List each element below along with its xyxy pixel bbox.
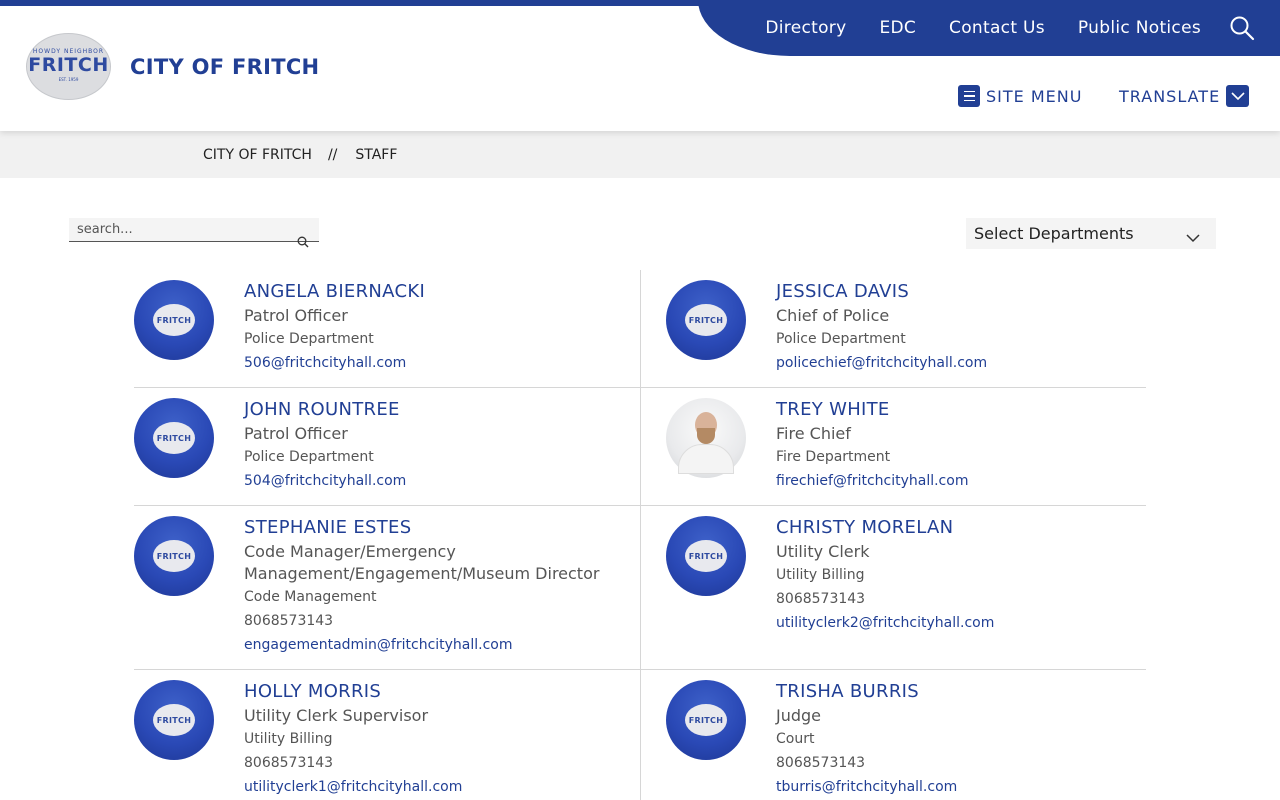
staff-avatar-logo: FRITCH [666,280,746,360]
staff-info: JOHN ROUNTREE Patrol Officer Police Depart… [244,397,640,493]
breadcrumb: CITY OF FRITCH // STAFF [0,131,1280,178]
fritch-logo-icon: FRITCH [153,540,195,572]
staff-department: Fire Department [776,449,891,465]
staff-info: TREY WHITE Fire Chief Fire Department firec… [776,397,1146,493]
fritch-logo-icon: FRITCH [153,304,195,336]
staff-photo [666,398,746,478]
staff-name: TREY WHITE [776,399,890,420]
staff-email-link[interactable]: policechief@fritchcityhall.com [776,351,987,375]
fritch-logo-icon: FRITCH [153,422,195,454]
staff-name: STEPHANIE ESTES [244,517,412,538]
staff-card: FRITCH ANGELA BIERNACKI Patrol Officer Poli… [134,270,640,387]
staff-department: Police Department [244,331,374,347]
staff-title: Utility Clerk [776,542,870,561]
staff-title: Patrol Officer [244,424,348,443]
staff-email-link[interactable]: engagementadmin@fritchcityhall.com [244,633,513,657]
staff-directory-grid: FRITCH ANGELA BIERNACKI Patrol Officer Poli… [134,270,1146,800]
staff-email-link[interactable]: utilityclerk1@fritchcityhall.com [244,775,462,799]
logo-wordmark: FRITCH [28,53,109,76]
staff-department: Police Department [244,449,374,465]
staff-name: TRISHA BURRIS [776,681,919,702]
staff-avatar-logo: FRITCH [666,680,746,760]
logo-established: EST. 1959 [58,76,79,82]
site-header: Directory EDC Contact Us Public Notices … [0,0,1280,131]
staff-avatar-logo: FRITCH [666,516,746,596]
staff-department: Police Department [776,331,906,347]
staff-title: Fire Chief [776,424,851,443]
staff-email-link[interactable]: firechief@fritchcityhall.com [776,469,968,493]
breadcrumb-home[interactable]: CITY OF FRITCH [203,147,312,163]
staff-info: JESSICA DAVIS Chief of Police Police Depar… [776,279,1146,375]
department-select[interactable]: Select Departments [966,218,1216,249]
site-menu-label: SITE MENU [986,86,1083,106]
staff-row: FRITCH JOHN ROUNTREE Patrol Officer Police … [134,388,1146,506]
staff-email-link[interactable]: 506@fritchcityhall.com [244,351,406,375]
search-icon[interactable] [297,233,309,248]
staff-department: Utility Billing [776,567,865,583]
staff-name: JOHN ROUNTREE [244,399,400,420]
staff-phone: 8068573143 [244,613,334,629]
staff-phone: 8068573143 [776,591,866,607]
staff-avatar-logo: FRITCH [134,280,214,360]
staff-name: HOLLY MORRIS [244,681,382,702]
staff-card: FRITCH CHRISTY MORELAN Utility Clerk Utilit… [640,506,1146,669]
chevron-down-icon [1186,228,1200,247]
staff-info: STEPHANIE ESTES Code Manager/Emergency Ma… [244,515,640,657]
staff-title: Patrol Officer [244,306,348,325]
chevron-down-icon [1226,85,1250,107]
fritch-logo-icon: FRITCH [685,304,727,336]
staff-card: FRITCH STEPHANIE ESTES Code Manager/Emerge… [134,506,640,669]
staff-phone: 8068573143 [244,755,334,771]
staff-name: ANGELA BIERNACKI [244,281,426,302]
staff-card: FRITCH JESSICA DAVIS Chief of Police Police… [640,270,1146,387]
nav-link-public-notices[interactable]: Public Notices [1078,18,1201,38]
fritch-logo-icon: FRITCH [685,704,727,736]
nav-link-contact-us[interactable]: Contact Us [949,18,1045,38]
city-logo[interactable]: HOWDY NEIGHBOR FRITCH EST. 1959 [26,33,111,100]
breadcrumb-separator: // [327,146,338,163]
staff-department: Code Management [244,589,377,605]
staff-avatar-logo: FRITCH [134,398,214,478]
staff-title: Utility Clerk Supervisor [244,706,429,725]
staff-department: Utility Billing [244,731,333,747]
staff-search [69,218,319,248]
staff-row: FRITCH ANGELA BIERNACKI Patrol Officer Poli… [134,270,1146,388]
staff-info: CHRISTY MORELAN Utility Clerk Utility Bill… [776,515,1146,635]
staff-card: FRITCH TRISHA BURRIS Judge Court 8068573143 t… [640,670,1146,800]
staff-row: FRITCH STEPHANIE ESTES Code Manager/Emerge… [134,506,1146,670]
staff-card: FRITCH JOHN ROUNTREE Patrol Officer Police … [134,388,640,505]
staff-name: JESSICA DAVIS [776,281,910,302]
utility-nav: Directory EDC Contact Us Public Notices [732,0,1280,56]
staff-avatar-logo: FRITCH [134,680,214,760]
department-select-value: Select Departments [974,224,1134,243]
staff-title: Code Manager/Emergency Management/Engage… [244,542,600,583]
staff-info: TRISHA BURRIS Judge Court 8068573143 tburris… [776,679,1146,799]
staff-department: Court [776,731,815,747]
staff-row: FRITCH HOLLY MORRIS Utility Clerk Supervis… [134,670,1146,800]
site-name[interactable]: CITY OF FRITCH [130,55,319,79]
search-icon[interactable] [1229,15,1255,41]
staff-info: ANGELA BIERNACKI Patrol Officer Police Dep… [244,279,640,375]
staff-email-link[interactable]: 504@fritchcityhall.com [244,469,406,493]
staff-phone: 8068573143 [776,755,866,771]
staff-title: Judge [776,706,822,725]
translate-button[interactable]: TRANSLATE [1119,85,1250,107]
fritch-logo-icon: FRITCH [153,704,195,736]
nav-link-directory[interactable]: Directory [765,18,846,38]
search-input[interactable] [69,218,279,241]
breadcrumb-current: STAFF [355,146,398,163]
staff-title: Chief of Police [776,306,890,325]
staff-card: TREY WHITE Fire Chief Fire Department firec… [640,388,1146,505]
fritch-logo-icon: FRITCH [685,540,727,572]
staff-card: FRITCH HOLLY MORRIS Utility Clerk Supervis… [134,670,640,800]
staff-avatar-logo: FRITCH [134,516,214,596]
staff-name: CHRISTY MORELAN [776,517,954,538]
site-menu-button[interactable]: SITE MENU [958,85,1082,107]
staff-info: HOLLY MORRIS Utility Clerk Supervisor Util… [244,679,640,799]
nav-link-edc[interactable]: EDC [879,18,916,38]
staff-email-link[interactable]: utilityclerk2@fritchcityhall.com [776,611,994,635]
staff-email-link[interactable]: tburris@fritchcityhall.com [776,775,957,799]
hamburger-icon [958,85,980,107]
translate-label: TRANSLATE [1119,86,1221,106]
